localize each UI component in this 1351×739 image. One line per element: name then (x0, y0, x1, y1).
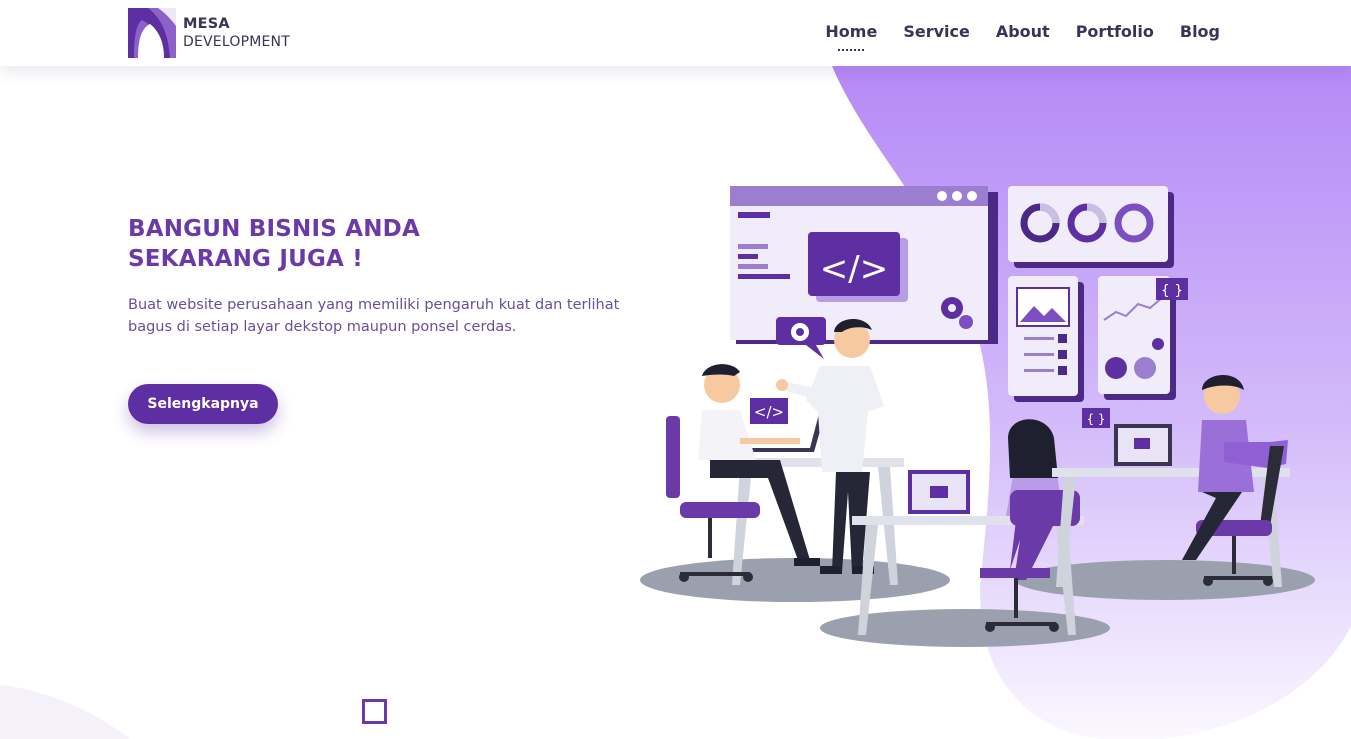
hero-description-line-1: Buat website perusahaan yang memiliki pe… (128, 297, 620, 313)
nav-blog[interactable]: Blog (1180, 22, 1220, 41)
nav-service[interactable]: Service (903, 22, 970, 41)
brand-logo-link[interactable]: MESA DEVELOPMENT (128, 8, 290, 58)
main-nav: Home Service About Portfolio Blog (799, 22, 1220, 41)
hero-description-line-2: bagus di setiap layar dekstop maupun pon… (128, 319, 517, 335)
team-working-illustration: </> {} </> {} (640, 186, 1315, 647)
gear-bubble-icon (776, 317, 826, 359)
code-symbol-large: </> (820, 249, 888, 289)
gallery-panel (1008, 276, 1084, 402)
code-symbol-small: </> (754, 403, 784, 421)
hero-title: BANGUN BISNIS ANDA SEKARANG JUGA ! (128, 214, 568, 274)
chart-panel: { } (1098, 276, 1188, 400)
brace-symbol-small: { } (1086, 412, 1105, 426)
brace-symbol-top: { } (1161, 283, 1183, 299)
navbar: MESA DEVELOPMENT Home Service About Port… (0, 0, 1351, 66)
decorative-square (362, 699, 387, 724)
brand-subtitle: DEVELOPMENT (183, 33, 290, 50)
hero-title-line-1: BANGUN BISNIS ANDA (128, 216, 420, 242)
brand-name: MESA (183, 16, 230, 33)
hero-description: Buat website perusahaan yang memiliki pe… (128, 294, 653, 338)
hero-title-line-2: SEKARANG JUGA ! (128, 246, 363, 272)
selengkapnya-button[interactable]: Selengkapnya (128, 384, 278, 424)
nav-portfolio[interactable]: Portfolio (1076, 22, 1154, 41)
background-corner-shape (0, 685, 130, 739)
nav-home[interactable]: Home (825, 22, 877, 41)
nav-about[interactable]: About (996, 22, 1050, 41)
right-desk-scene (1052, 374, 1290, 587)
analytics-donut-panel (1008, 186, 1174, 268)
code-window: </> (730, 186, 998, 344)
arch-logo-icon (128, 8, 176, 58)
